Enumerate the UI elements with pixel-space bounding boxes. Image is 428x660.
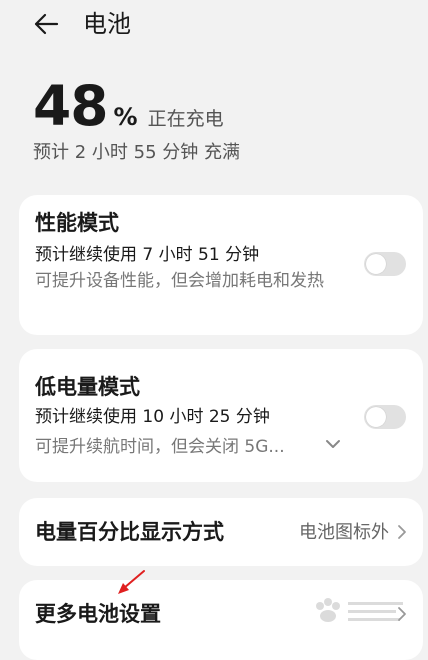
app-header: 电池 — [0, 0, 428, 50]
performance-mode-estimate: 预计继续使用 7 小时 51 分钟 — [35, 245, 260, 265]
low-power-mode-toggle[interactable] — [364, 405, 406, 429]
low-power-mode-estimate: 预计继续使用 10 小时 25 分钟 — [35, 407, 270, 427]
toggle-knob — [366, 407, 386, 427]
battery-level: 48 % 正在充电 — [33, 74, 224, 138]
chevron-right-icon — [398, 525, 406, 539]
charge-eta: 预计 2 小时 55 分钟 充满 — [33, 142, 240, 163]
battery-level-value: 48 — [33, 74, 109, 138]
performance-mode-card[interactable]: 性能模式 预计继续使用 7 小时 51 分钟 可提升设备性能，但会增加耗电和发热 — [19, 195, 423, 335]
battery-level-unit: % — [113, 103, 138, 131]
low-power-mode-title: 低电量模式 — [35, 375, 140, 399]
chevron-down-icon[interactable] — [324, 435, 342, 453]
watermark-logo-icon — [316, 598, 403, 622]
percentage-display-row[interactable]: 电量百分比显示方式 电池图标外 — [19, 498, 423, 566]
percentage-display-title: 电量百分比显示方式 — [35, 520, 224, 544]
charging-status: 正在充电 — [147, 108, 224, 130]
performance-mode-toggle[interactable] — [364, 252, 406, 276]
performance-mode-description: 可提升设备性能，但会增加耗电和发热 — [35, 271, 324, 291]
annotation-arrow-icon — [118, 570, 145, 594]
toggle-knob — [366, 254, 386, 274]
low-power-mode-card[interactable]: 低电量模式 预计继续使用 10 小时 25 分钟 可提升续航时间，但会关闭 5G… — [19, 349, 423, 482]
page-title: 电池 — [83, 10, 131, 38]
low-power-mode-description: 可提升续航时间，但会关闭 5G... — [35, 437, 285, 457]
more-battery-settings-title: 更多电池设置 — [35, 602, 161, 626]
back-button[interactable] — [30, 8, 62, 40]
performance-mode-title: 性能模式 — [35, 211, 119, 235]
arrow-left-icon — [34, 13, 59, 35]
percentage-display-value: 电池图标外 — [299, 522, 389, 543]
